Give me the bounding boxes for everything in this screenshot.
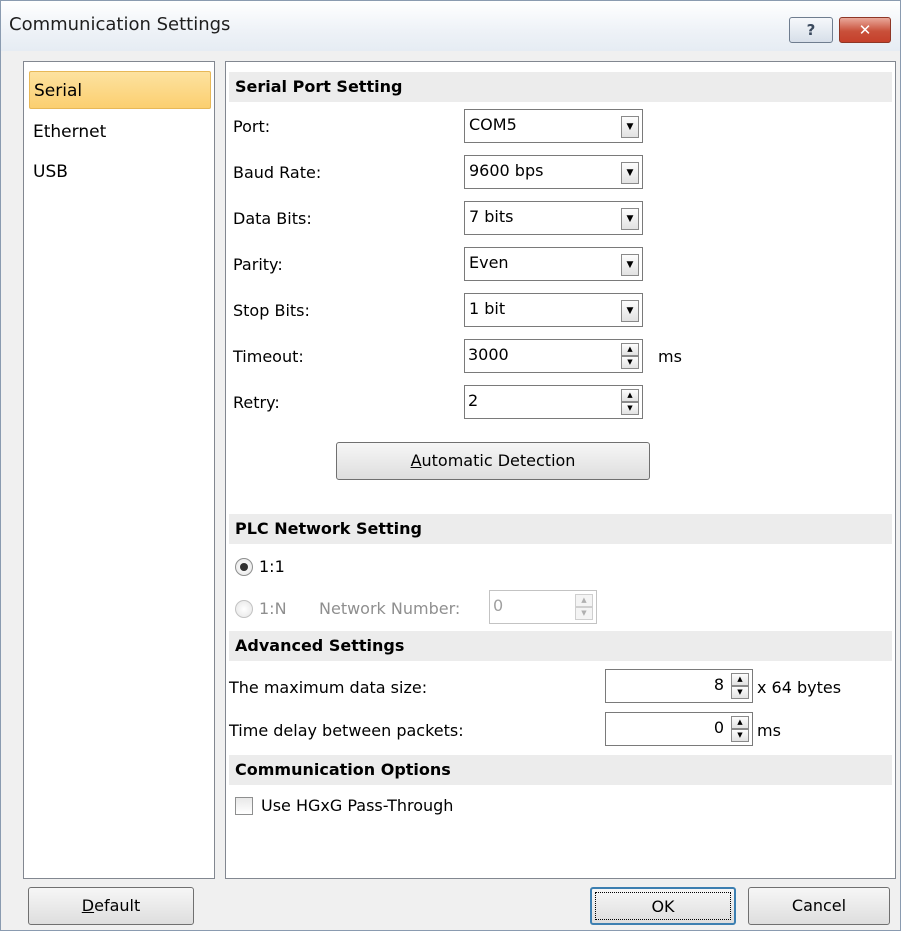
port-select[interactable]: COM5 ▼ xyxy=(464,109,643,143)
sidebar-item-ethernet[interactable]: Ethernet xyxy=(29,113,211,151)
parity-label: Parity: xyxy=(233,255,283,274)
parity-select[interactable]: Even ▼ xyxy=(464,247,643,281)
time-delay-value[interactable]: 0 xyxy=(714,718,724,737)
button-label: efault xyxy=(94,896,141,915)
spin-down-icon[interactable]: ▼ xyxy=(575,607,593,620)
data-bits-select[interactable]: 7 bits ▼ xyxy=(464,201,643,235)
radio-1toN[interactable] xyxy=(235,600,253,618)
sidebar-item-serial[interactable]: Serial xyxy=(29,71,211,109)
spin-down-icon[interactable]: ▼ xyxy=(731,686,749,699)
max-data-size-stepper[interactable]: 8 ▲ ▼ xyxy=(605,669,753,703)
communication-settings-dialog: Communication Settings ? ✕ Serial Ethern… xyxy=(0,0,901,931)
advanced-section-header: Advanced Settings xyxy=(229,631,892,661)
sidebar-item-usb[interactable]: USB xyxy=(29,153,211,191)
retry-stepper[interactable]: 2 ▲ ▼ xyxy=(464,385,643,419)
retry-value[interactable]: 2 xyxy=(468,391,478,410)
mnemonic: D xyxy=(81,896,95,915)
title-bar[interactable]: Communication Settings ? ✕ xyxy=(1,1,900,51)
network-number-label: Network Number: xyxy=(319,599,461,618)
sidebar-item-label: Serial xyxy=(34,81,83,101)
comm-options-section-header: Communication Options xyxy=(229,755,892,785)
port-label: Port: xyxy=(233,117,271,136)
retry-label: Retry: xyxy=(233,393,280,412)
spin-up-icon[interactable]: ▲ xyxy=(731,673,749,686)
max-data-size-label: The maximum data size: xyxy=(229,678,428,697)
button-label: utomatic Detection xyxy=(421,451,576,470)
radio-1to1[interactable] xyxy=(235,558,253,576)
baud-rate-select[interactable]: 9600 bps ▼ xyxy=(464,155,643,189)
parity-value: Even xyxy=(469,253,509,272)
mnemonic: A xyxy=(410,451,422,470)
radio-1toN-label: 1:N xyxy=(259,599,287,618)
window-title: Communication Settings xyxy=(9,14,231,35)
automatic-detection-button[interactable]: Automatic Detection xyxy=(336,442,650,480)
network-number-value[interactable]: 0 xyxy=(493,596,503,615)
time-delay-stepper[interactable]: 0 ▲ ▼ xyxy=(605,712,753,746)
ok-button[interactable]: OK xyxy=(590,887,736,925)
stop-bits-select[interactable]: 1 bit ▼ xyxy=(464,293,643,327)
button-label: Cancel xyxy=(791,896,847,915)
sidebar-item-label: USB xyxy=(33,162,68,182)
spin-down-icon[interactable]: ▼ xyxy=(621,356,639,369)
max-data-size-value[interactable]: 8 xyxy=(714,675,724,694)
radio-1to1-label: 1:1 xyxy=(259,557,285,576)
plc-network-section-header: PLC Network Setting xyxy=(229,514,892,544)
close-icon: ✕ xyxy=(858,21,872,39)
timeout-unit: ms xyxy=(658,347,682,366)
time-delay-label: Time delay between packets: xyxy=(229,721,464,740)
max-data-size-unit: x 64 bytes xyxy=(757,678,842,697)
help-icon: ? xyxy=(806,21,816,39)
chevron-down-icon[interactable]: ▼ xyxy=(621,162,639,184)
default-button[interactable]: Default xyxy=(28,887,194,925)
chevron-down-icon[interactable]: ▼ xyxy=(621,208,639,230)
chevron-down-icon[interactable]: ▼ xyxy=(621,254,639,276)
stop-bits-value: 1 bit xyxy=(469,299,506,318)
port-value: COM5 xyxy=(469,115,517,134)
data-bits-label: Data Bits: xyxy=(233,209,312,228)
timeout-value[interactable]: 3000 xyxy=(468,345,509,364)
hgxg-passthrough-checkbox[interactable] xyxy=(235,797,253,815)
network-number-stepper[interactable]: 0 ▲ ▼ xyxy=(489,590,597,624)
spin-down-icon[interactable]: ▼ xyxy=(731,729,749,742)
category-list: Serial Ethernet USB xyxy=(23,61,215,879)
stop-bits-label: Stop Bits: xyxy=(233,301,310,320)
spin-up-icon[interactable]: ▲ xyxy=(575,594,593,607)
time-delay-unit: ms xyxy=(757,721,781,740)
sidebar-item-label: Ethernet xyxy=(33,122,107,142)
settings-panel: Serial Port Setting Port: COM5 ▼ Baud Ra… xyxy=(225,61,896,879)
close-button[interactable]: ✕ xyxy=(839,17,891,43)
hgxg-passthrough-label[interactable]: Use HGxG Pass-Through xyxy=(261,796,453,816)
chevron-down-icon[interactable]: ▼ xyxy=(621,300,639,322)
spin-up-icon[interactable]: ▲ xyxy=(731,716,749,729)
spin-up-icon[interactable]: ▲ xyxy=(621,389,639,402)
spin-down-icon[interactable]: ▼ xyxy=(621,402,639,415)
baud-rate-label: Baud Rate: xyxy=(233,163,322,182)
timeout-label: Timeout: xyxy=(233,347,304,366)
serial-port-section-header: Serial Port Setting xyxy=(229,72,892,102)
data-bits-value: 7 bits xyxy=(469,207,514,226)
help-button[interactable]: ? xyxy=(789,17,833,43)
cancel-button[interactable]: Cancel xyxy=(748,887,890,925)
spin-up-icon[interactable]: ▲ xyxy=(621,343,639,356)
chevron-down-icon[interactable]: ▼ xyxy=(621,116,639,138)
timeout-stepper[interactable]: 3000 ▲ ▼ xyxy=(464,339,643,373)
baud-rate-value: 9600 bps xyxy=(469,161,544,180)
